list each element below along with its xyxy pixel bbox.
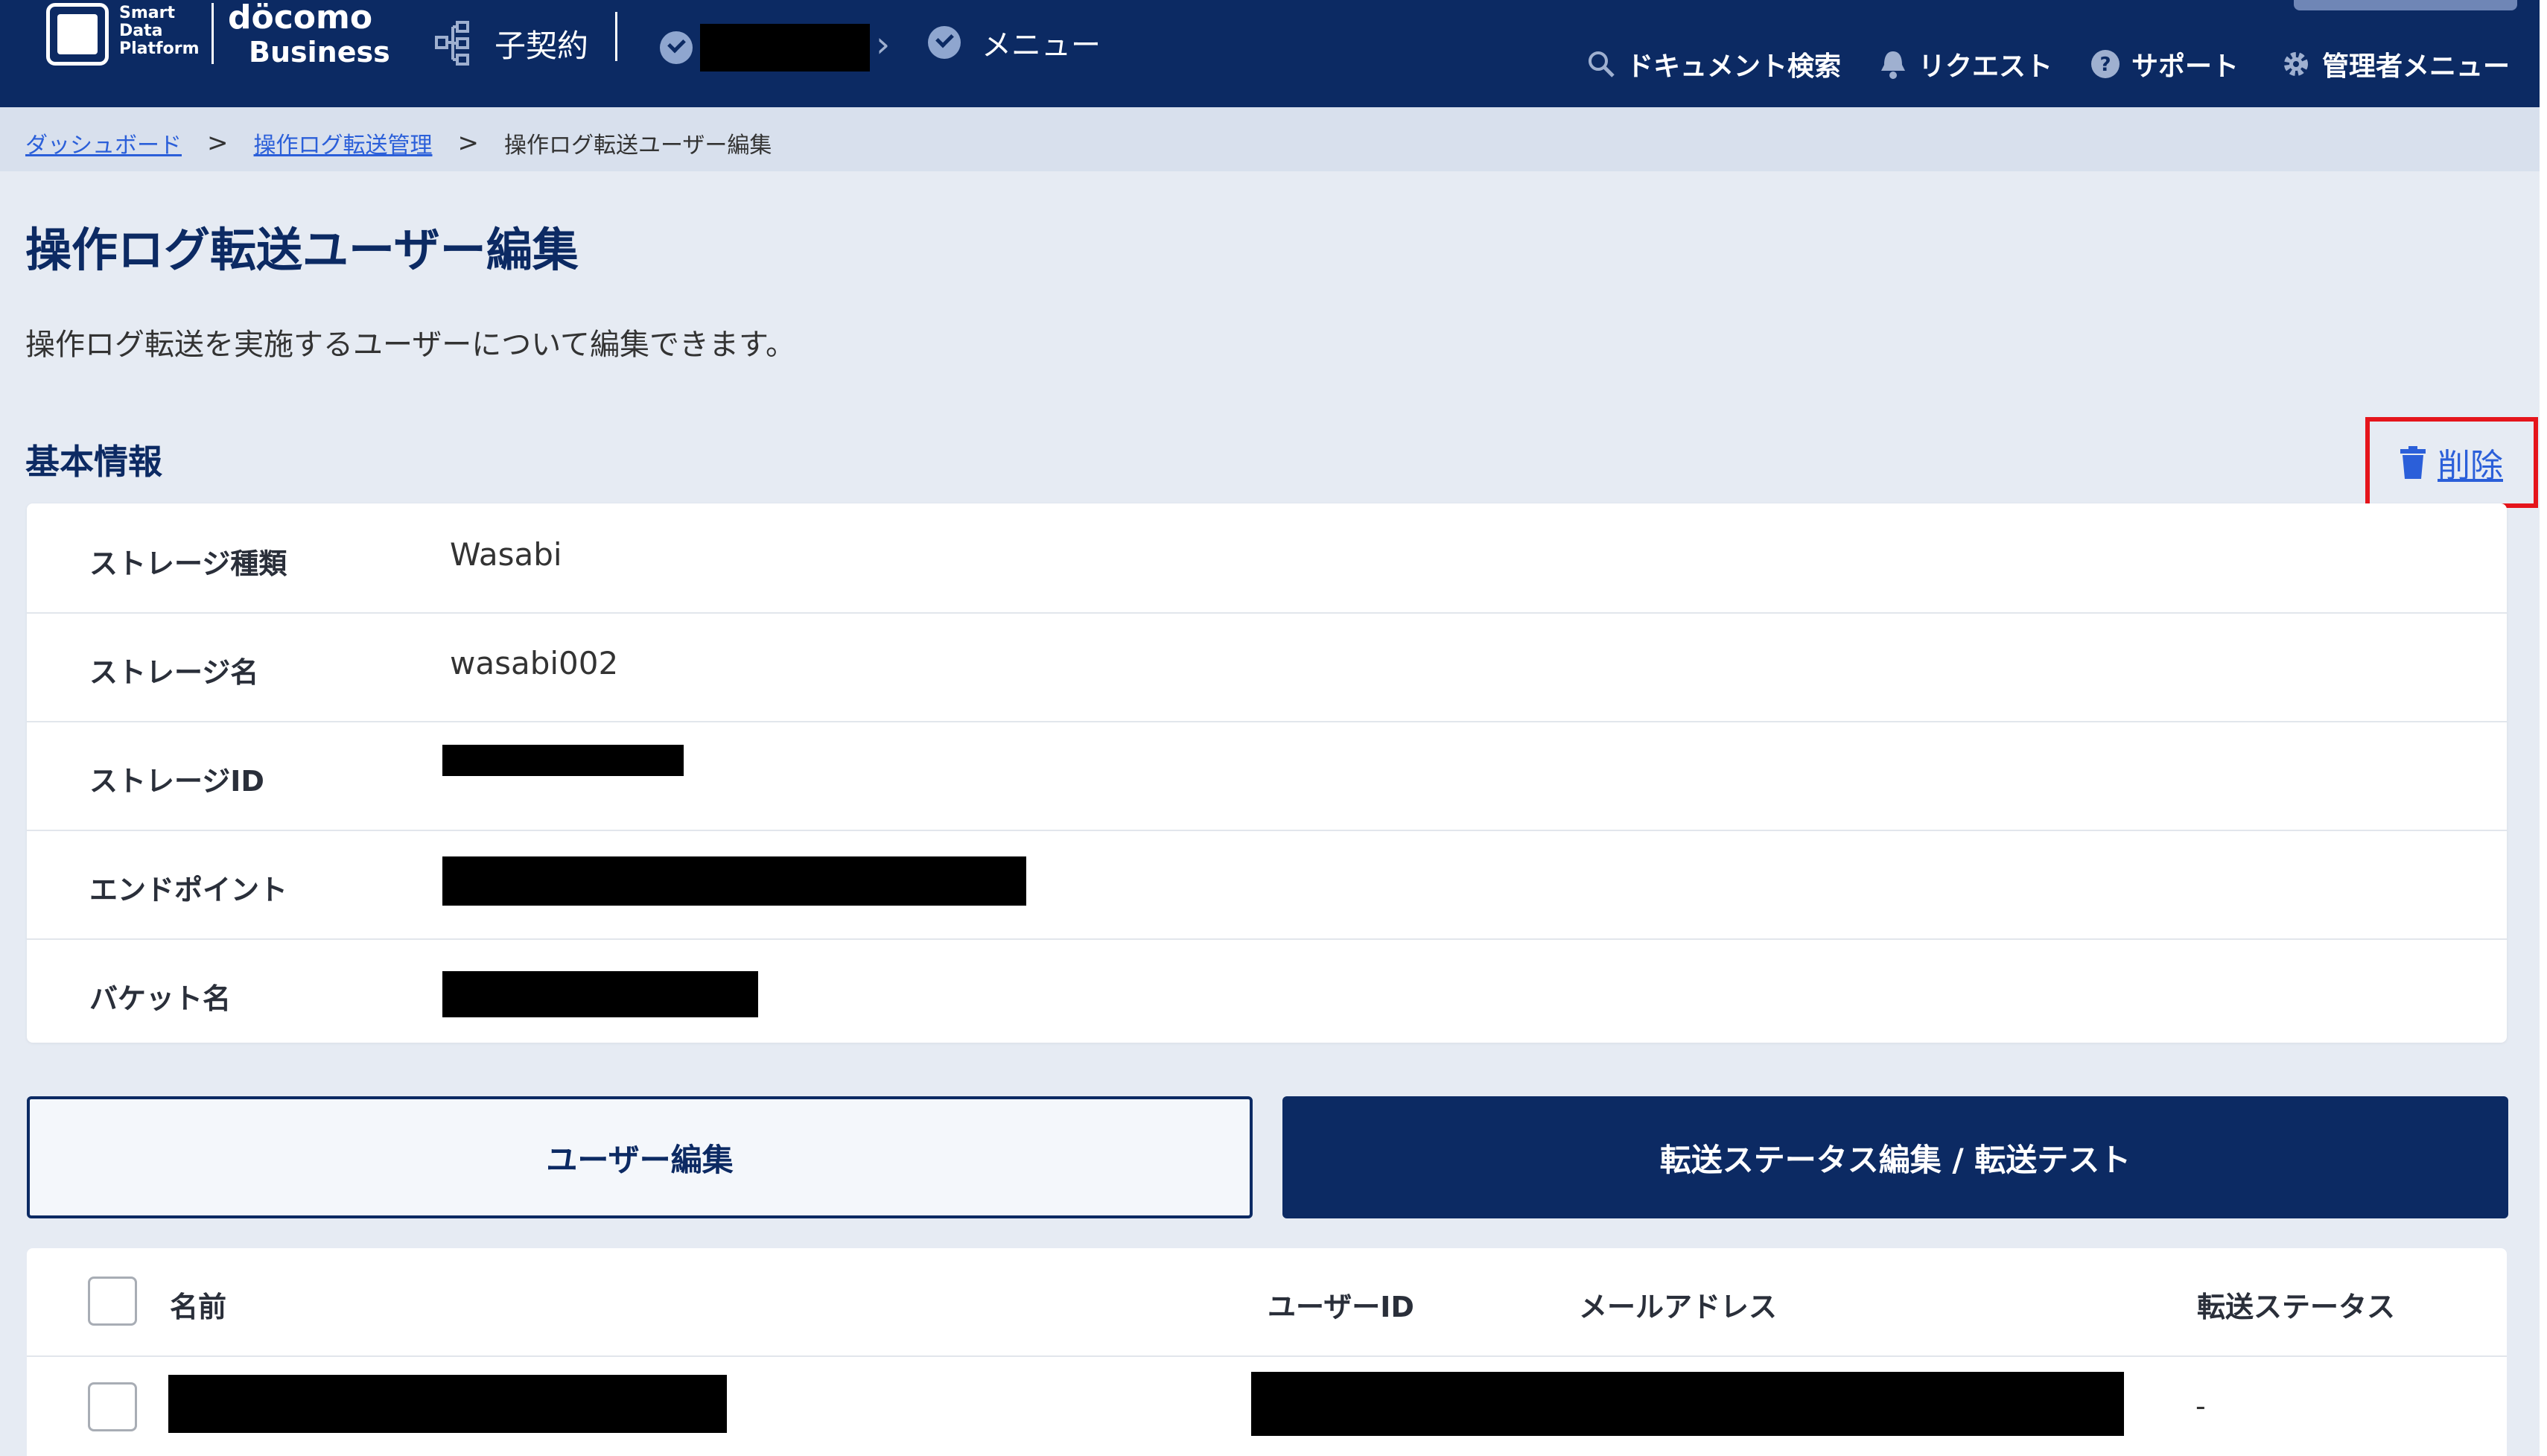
check-circle-icon	[928, 26, 961, 59]
page-description: 操作ログ転送を実施するユーザーについて編集できます。	[25, 328, 795, 362]
transfer-status-value: -	[2195, 1390, 2206, 1422]
check-circle-icon	[660, 31, 693, 64]
select-all-checkbox[interactable]	[88, 1277, 137, 1326]
nav-divider	[615, 12, 617, 61]
breadcrumb: ダッシュボード > 操作ログ転送管理 > 操作ログ転送ユーザー編集	[25, 127, 772, 159]
sdp-logo-text: Smart Data Platform	[119, 4, 200, 58]
tab-transfer-status-test[interactable]: 転送ステータス編集 / 転送テスト	[1282, 1096, 2508, 1218]
redacted-endpoint	[442, 856, 1026, 906]
child-contract-label: 子契約	[495, 27, 589, 64]
help-circle-icon: ?	[2091, 50, 2120, 78]
info-label: エンドポイント	[89, 874, 288, 906]
info-value: wasabi002	[450, 645, 619, 681]
breadcrumb-dashboard[interactable]: ダッシュボード	[25, 127, 182, 159]
admin-menu-link[interactable]: 管理者メニュー	[2280, 45, 2510, 83]
info-value: Wasabi	[450, 536, 562, 573]
top-navigation-bar: Smart Data Platform döcomo Business 子契約 …	[0, 0, 2547, 107]
menu-label: メニュー	[982, 28, 1101, 63]
breadcrumb-log-transfer[interactable]: 操作ログ転送管理	[254, 127, 433, 159]
child-contract-nav[interactable]: 子契約	[435, 19, 588, 67]
top-right-button-stub[interactable]	[2294, 0, 2517, 10]
search-icon	[1589, 51, 1615, 77]
menu-nav[interactable]: メニュー	[928, 21, 1101, 64]
docomo-brand: döcomo	[228, 0, 373, 36]
page-title: 操作ログ転送ユーザー編集	[25, 223, 579, 277]
info-label: バケット名	[89, 982, 232, 1015]
breadcrumb-current: 操作ログ転送ユーザー編集	[504, 133, 772, 159]
column-header-transfer-status[interactable]: 転送ステータス	[2197, 1284, 2395, 1325]
support-link[interactable]: ? サポート	[2090, 45, 2239, 83]
business-brand: Business	[249, 36, 390, 69]
svg-text:?: ?	[2099, 54, 2111, 76]
basic-info-card: ストレージ種類 Wasabi ストレージ名 wasabi002 ストレージID …	[27, 503, 2507, 1043]
column-header-user-id[interactable]: ユーザーID	[1268, 1284, 1414, 1325]
sdp-logo-icon[interactable]	[46, 3, 109, 66]
hierarchy-icon	[435, 21, 469, 66]
user-table: 名前 ユーザーID メールアドレス 転送ステータス -	[27, 1248, 2507, 1456]
info-row-endpoint: エンドポイント	[27, 830, 2507, 940]
info-row-storage-name: ストレージ名 wasabi002	[27, 612, 2507, 722]
contract-selector[interactable]	[660, 24, 870, 71]
tab-user-edit[interactable]: ユーザー編集	[27, 1096, 1253, 1218]
info-row-storage-id: ストレージID	[27, 721, 2507, 831]
info-label: ストレージ名	[89, 656, 259, 689]
row-checkbox[interactable]	[88, 1382, 137, 1431]
basic-info-heading: 基本情報	[25, 442, 162, 482]
redacted-contract-name	[700, 24, 870, 71]
support-label: サポート	[2131, 51, 2239, 82]
request-label: リクエスト	[1918, 51, 2053, 82]
redacted-bucket-name	[442, 971, 758, 1017]
gear-icon	[2284, 52, 2308, 76]
chevron-right-icon: ›	[876, 24, 891, 66]
delete-label: 削除	[2438, 447, 2503, 485]
request-link[interactable]: リクエスト	[1878, 45, 2052, 83]
redacted-user-id-email	[1251, 1372, 2124, 1436]
breadcrumb-separator: >	[207, 128, 229, 158]
column-header-email[interactable]: メールアドレス	[1579, 1284, 1777, 1325]
info-row-bucket-name: バケット名	[27, 938, 2507, 1043]
redacted-user-name	[168, 1375, 727, 1433]
info-label: ストレージID	[89, 765, 264, 798]
info-label: ストレージ種類	[89, 547, 287, 580]
table-divider	[27, 1355, 2507, 1357]
column-header-name[interactable]: 名前	[170, 1284, 226, 1325]
delete-button[interactable]: 削除	[2365, 417, 2538, 508]
bell-icon	[1881, 51, 1905, 79]
document-search-link[interactable]: ドキュメント検索	[1586, 45, 1841, 83]
redacted-storage-id	[442, 745, 684, 776]
document-search-label: ドキュメント検索	[1627, 51, 1842, 82]
page-edge	[2540, 0, 2547, 1456]
breadcrumb-separator: >	[457, 128, 480, 158]
trash-icon	[2400, 446, 2426, 479]
logo-divider	[212, 3, 214, 64]
admin-menu-label: 管理者メニュー	[2322, 51, 2511, 82]
info-row-storage-type: ストレージ種類 Wasabi	[27, 503, 2507, 614]
